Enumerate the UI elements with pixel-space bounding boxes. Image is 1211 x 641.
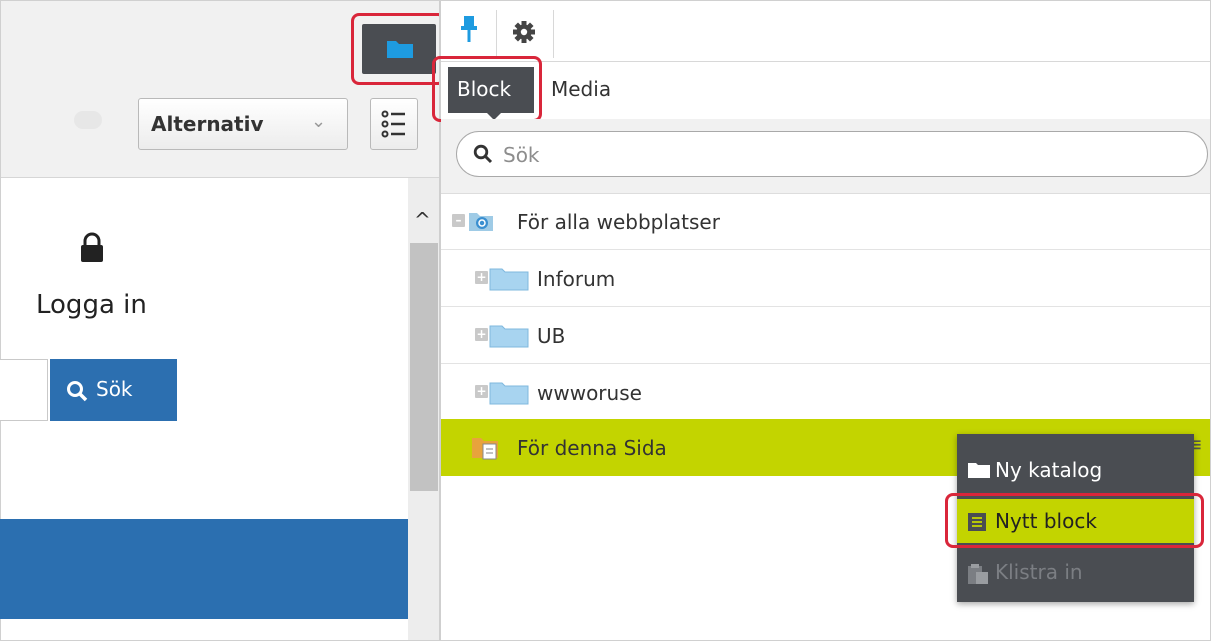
assets-search-field[interactable]: [456, 131, 1208, 177]
comment-icon: [74, 111, 102, 129]
tree-item-global[interactable]: – För alla webbplatser: [441, 193, 1210, 250]
global-folder-icon: [469, 213, 493, 231]
tree-item-folder[interactable]: + wwworuse: [441, 364, 1210, 421]
tab-block[interactable]: Block: [448, 67, 534, 113]
tree-item-label: Inforum: [537, 267, 616, 291]
folder-icon: [387, 41, 413, 58]
lock-icon: [80, 232, 104, 268]
list-icon: [381, 110, 405, 138]
settings-button[interactable]: [496, 10, 554, 58]
folder-icon: [489, 382, 529, 405]
chevron-down-icon: ⌄: [311, 111, 327, 132]
folder-icon: [489, 325, 529, 348]
tab-block-label: Block: [457, 77, 512, 101]
assets-pane-toggle-button[interactable]: [362, 24, 436, 74]
tree-item-label: För denna Sida: [517, 436, 667, 460]
menu-item-label: Klistra in: [995, 560, 1083, 584]
context-menu: Ny katalog Nytt block Klistra in: [957, 434, 1194, 602]
block-icon: [968, 513, 986, 531]
assets-search-input[interactable]: [501, 140, 1185, 170]
tab-media[interactable]: Media: [551, 77, 611, 101]
expand-icon[interactable]: +: [475, 271, 488, 284]
folder-icon: [968, 463, 990, 478]
expand-icon[interactable]: +: [475, 385, 488, 398]
collapse-icon[interactable]: –: [452, 214, 465, 227]
tree-item-folder[interactable]: + UB: [441, 307, 1210, 364]
search-icon: [473, 144, 493, 164]
folder-icon: [489, 268, 529, 291]
login-link[interactable]: Logga in: [36, 290, 147, 320]
gear-icon: [513, 21, 535, 43]
tree-item-label: wwworuse: [537, 381, 642, 405]
page-folder-icon: [472, 438, 498, 460]
menu-item-new-folder[interactable]: Ny katalog: [957, 448, 1194, 492]
menu-item-paste: Klistra in: [957, 550, 1194, 594]
assets-pane-topbar: [441, 1, 1210, 62]
menu-item-label: Nytt block: [995, 509, 1097, 533]
menu-item-label: Ny katalog: [995, 458, 1103, 482]
tree-item-label: För alla webbplatser: [517, 210, 720, 234]
menu-item-new-block[interactable]: Nytt block: [957, 499, 1194, 543]
site-search-input[interactable]: [0, 359, 48, 421]
pin-icon: [461, 16, 477, 42]
tree-item-folder[interactable]: + Inforum: [441, 250, 1210, 307]
site-search-button[interactable]: Sök: [50, 359, 177, 421]
paste-icon: [968, 564, 988, 584]
list-view-button[interactable]: [370, 98, 418, 150]
search-icon: [67, 381, 88, 402]
pin-button[interactable]: [446, 10, 492, 58]
expand-icon[interactable]: +: [475, 328, 488, 341]
scroll-up-icon[interactable]: ^: [414, 208, 431, 232]
options-select-label: Alternativ: [151, 112, 264, 136]
scrollbar-thumb[interactable]: [410, 243, 438, 491]
blue-banner: [0, 519, 408, 619]
tree-item-label: UB: [537, 324, 566, 348]
options-select[interactable]: Alternativ ⌄: [138, 98, 348, 150]
site-search-button-label: Sök: [96, 377, 133, 401]
